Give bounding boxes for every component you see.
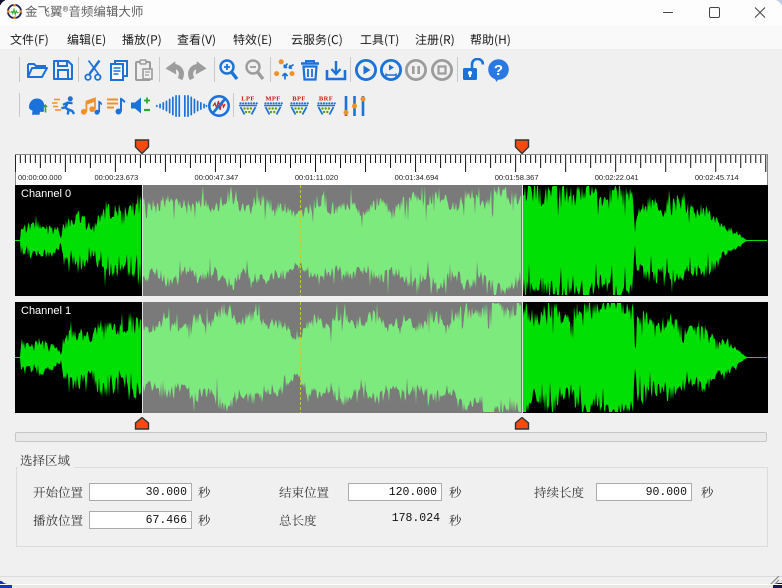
svg-text:MPF: MPF: [265, 96, 280, 103]
svg-text:BRF: BRF: [319, 96, 333, 103]
svg-text:?: ?: [494, 62, 503, 79]
svg-text:BPF: BPF: [292, 96, 305, 103]
svg-text:LPF: LPF: [241, 96, 254, 103]
